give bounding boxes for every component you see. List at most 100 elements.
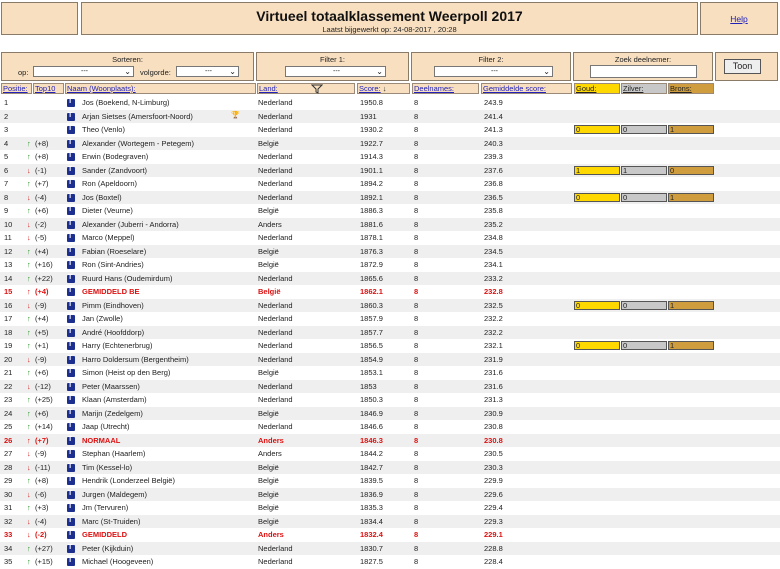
- toon-button[interactable]: Toon: [724, 59, 761, 74]
- profile-t-icon[interactable]: [67, 355, 75, 364]
- table-row: 14 ↑ (+22) Ruurd Hans (Oudemirdum) Nederland…: [0, 271, 780, 285]
- profile-t-icon[interactable]: [67, 436, 75, 445]
- profile-t-icon[interactable]: [67, 517, 75, 526]
- participant-name: Peter (Maarssen): [82, 381, 140, 391]
- country-cell: Anders: [258, 530, 284, 539]
- help-link[interactable]: Help: [730, 14, 747, 24]
- table-row: 1 Jos (Boekend, N-Limburg) Nederland 1950.8…: [0, 96, 780, 110]
- profile-t-icon[interactable]: [67, 193, 75, 202]
- profile-t-icon[interactable]: [67, 395, 75, 404]
- score-cell: 1853.1: [360, 368, 383, 377]
- col-land[interactable]: Land:: [257, 83, 355, 94]
- sort-order-select[interactable]: --- ⌄: [176, 66, 239, 77]
- bronze-count: 1: [668, 192, 714, 202]
- gold-count: 0: [574, 300, 620, 310]
- profile-t-icon[interactable]: [67, 449, 75, 458]
- col-zilver[interactable]: Zilver:: [621, 83, 667, 94]
- profile-t-icon[interactable]: [67, 557, 75, 566]
- col-brons[interactable]: Brons:: [668, 83, 714, 94]
- filter2-value: ---: [491, 68, 498, 75]
- col-deelnames[interactable]: Deelnames:: [412, 83, 479, 94]
- profile-t-icon[interactable]: [67, 112, 75, 121]
- position-cell: 29: [4, 476, 13, 485]
- profile-t-icon[interactable]: [67, 247, 75, 256]
- profile-t-icon[interactable]: [67, 274, 75, 283]
- arrow-down-icon: ↓: [27, 489, 31, 499]
- profile-t-icon[interactable]: [67, 287, 75, 296]
- col-top10[interactable]: Top10: [33, 83, 64, 94]
- entries-cell: 8: [414, 300, 419, 310]
- profile-t-icon[interactable]: [67, 490, 75, 499]
- profile-t-icon[interactable]: [67, 382, 75, 391]
- profile-t-icon[interactable]: [67, 422, 75, 431]
- participant-name: Dieter (Veurne): [82, 206, 133, 215]
- col-goud-label: Goud:: [576, 84, 597, 93]
- score-cell: 1856.5: [360, 341, 383, 350]
- trophy-icon: 🏆: [231, 111, 240, 119]
- average-score-cell: 236.5: [484, 192, 503, 202]
- arrow-up-icon: ↑: [27, 476, 31, 485]
- profile-t-icon[interactable]: [67, 233, 75, 242]
- country-cell: Nederland: [258, 341, 293, 350]
- profile-t-icon[interactable]: [67, 368, 75, 377]
- sort-panel: Sorteren: op: --- ⌄ volgorde: --- ⌄: [1, 52, 254, 81]
- entries-cell: 8: [414, 341, 419, 350]
- filter-icon[interactable]: [311, 84, 323, 94]
- col-naam[interactable]: Naam (Woonplaats):: [65, 83, 256, 94]
- profile-t-icon[interactable]: [67, 260, 75, 269]
- entries-cell: 8: [414, 273, 419, 283]
- col-score[interactable]: Score: ↓: [357, 83, 410, 94]
- arrow-down-icon: ↓: [27, 219, 31, 229]
- last-updated: Laatst bijgewerkt op: 24-08-2017 , 20:28: [322, 25, 457, 34]
- col-gemiddelde[interactable]: Gemiddelde score:: [481, 83, 572, 94]
- position-cell: 21: [4, 368, 13, 377]
- entries-cell: 8: [414, 98, 419, 107]
- profile-t-icon[interactable]: [67, 328, 75, 337]
- score-cell: 1850.3: [360, 395, 383, 404]
- profile-t-icon[interactable]: [67, 503, 75, 512]
- table-row: 18 ↑ (+5) André (Hoofddorp) Nederland 1857.7 8…: [0, 325, 780, 339]
- profile-t-icon[interactable]: [67, 409, 75, 418]
- gold-count: 0: [574, 192, 620, 202]
- country-cell: Nederland: [258, 314, 293, 323]
- profile-t-icon[interactable]: [67, 301, 75, 310]
- search-input[interactable]: [590, 65, 697, 78]
- country-cell: Nederland: [258, 152, 293, 161]
- position-cell: 8: [4, 192, 9, 202]
- profile-t-icon[interactable]: [67, 139, 75, 148]
- average-score-cell: 231.3: [484, 395, 503, 404]
- profile-t-icon[interactable]: [67, 530, 75, 539]
- entries-cell: 8: [414, 449, 419, 458]
- average-score-cell: 233.2: [484, 273, 503, 283]
- profile-t-icon[interactable]: [67, 98, 75, 107]
- country-cell: België: [258, 489, 279, 499]
- arrow-down-icon: ↓: [27, 462, 31, 472]
- col-posities[interactable]: Positie:: [1, 83, 32, 94]
- participant-name: Jos (Boxtel): [82, 192, 122, 202]
- profile-t-icon[interactable]: [67, 476, 75, 485]
- filter1-select[interactable]: --- ⌄: [285, 66, 386, 77]
- profile-t-icon[interactable]: [67, 152, 75, 161]
- profile-t-icon[interactable]: [67, 544, 75, 553]
- table-row: 24 ↑ (+6) Marijn (Zedelgem) België 1846.9 8 230…: [0, 406, 780, 420]
- entries-cell: 8: [414, 327, 419, 337]
- score-cell: 1950.8: [360, 98, 383, 107]
- profile-t-icon[interactable]: [67, 220, 75, 229]
- arrow-down-icon: ↓: [27, 381, 31, 391]
- col-goud[interactable]: Goud:: [574, 83, 620, 94]
- score-cell: 1846.3: [360, 435, 383, 445]
- profile-t-icon[interactable]: [67, 341, 75, 350]
- profile-t-icon[interactable]: [67, 125, 75, 134]
- profile-t-icon[interactable]: [67, 206, 75, 215]
- entries-cell: 8: [414, 233, 419, 242]
- profile-t-icon[interactable]: [67, 166, 75, 175]
- position-change-cell: (+14): [35, 422, 53, 431]
- profile-t-icon[interactable]: [67, 314, 75, 323]
- filter2-select[interactable]: --- ⌄: [434, 66, 553, 77]
- sort-op-select[interactable]: --- ⌄: [33, 66, 134, 77]
- participant-name: Theo (Venlo): [82, 125, 125, 134]
- participant-name: Erwin (Bodegraven): [82, 152, 149, 161]
- profile-t-icon[interactable]: [67, 179, 75, 188]
- average-score-cell: 232.5: [484, 300, 503, 310]
- profile-t-icon[interactable]: [67, 463, 75, 472]
